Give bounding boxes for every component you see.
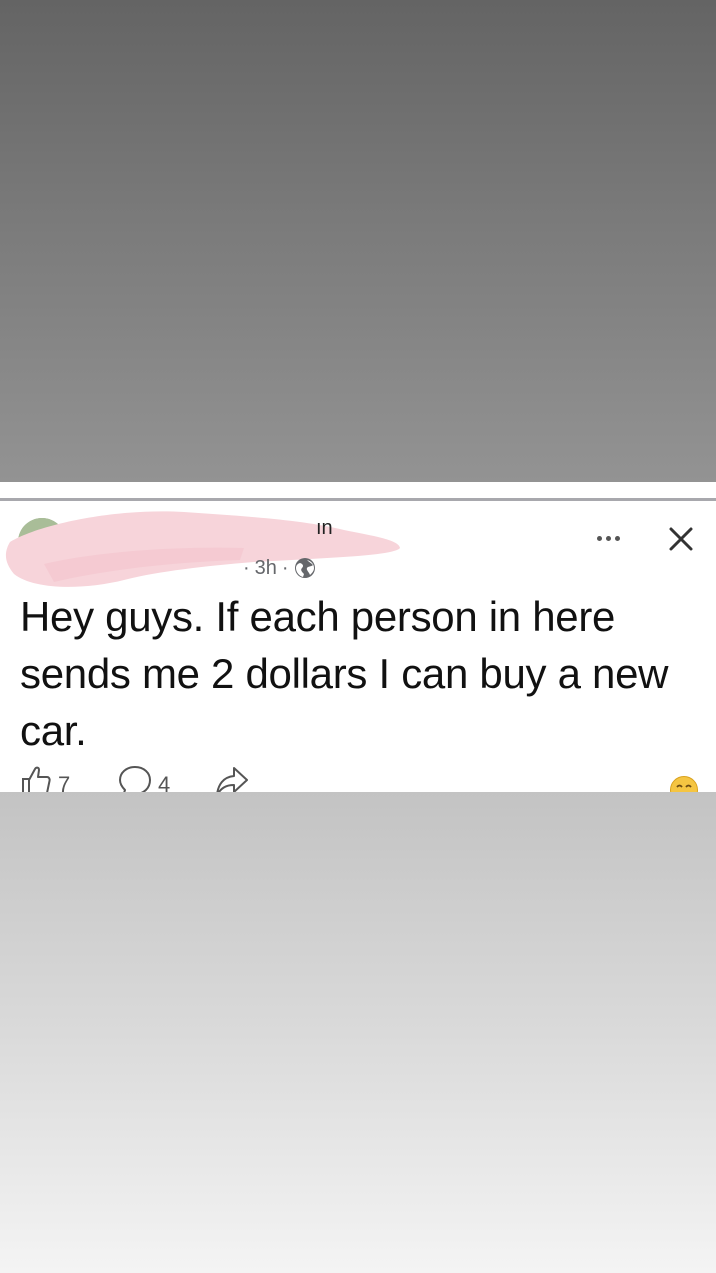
background-top <box>0 0 716 482</box>
more-horizontal-icon <box>596 535 602 541</box>
post-meta: · 3h · <box>243 555 316 581</box>
thumbs-up-icon <box>22 766 51 792</box>
more-dot <box>605 535 611 541</box>
comment-button[interactable]: 4 <box>118 764 170 792</box>
close-icon <box>669 527 693 551</box>
like-count: 7 <box>58 772 71 792</box>
post-actions: 7 4 <box>0 764 716 792</box>
meta-separator: · <box>281 556 289 579</box>
close-button[interactable] <box>664 522 698 556</box>
post-card: ın · 3h · Hey guys. If each person in he… <box>0 482 716 792</box>
name-redaction: ın <box>5 511 401 587</box>
meta-separator: · <box>243 556 250 579</box>
background-bottom <box>0 792 716 1273</box>
card-divider <box>0 498 716 501</box>
post-time[interactable]: 3h <box>255 557 277 580</box>
comment-icon <box>119 766 151 792</box>
smiley-emoji-icon <box>670 776 698 792</box>
post-text: Hey guys. If each person in here sends m… <box>20 593 669 754</box>
comment-count: 4 <box>158 772 171 792</box>
like-button[interactable]: 7 <box>20 764 70 792</box>
share-icon <box>216 767 248 792</box>
more-options-button[interactable] <box>588 526 628 550</box>
svg-text:ın: ın <box>316 517 333 539</box>
globe-icon <box>294 557 316 579</box>
more-dot <box>614 535 620 541</box>
share-button[interactable] <box>214 764 250 792</box>
